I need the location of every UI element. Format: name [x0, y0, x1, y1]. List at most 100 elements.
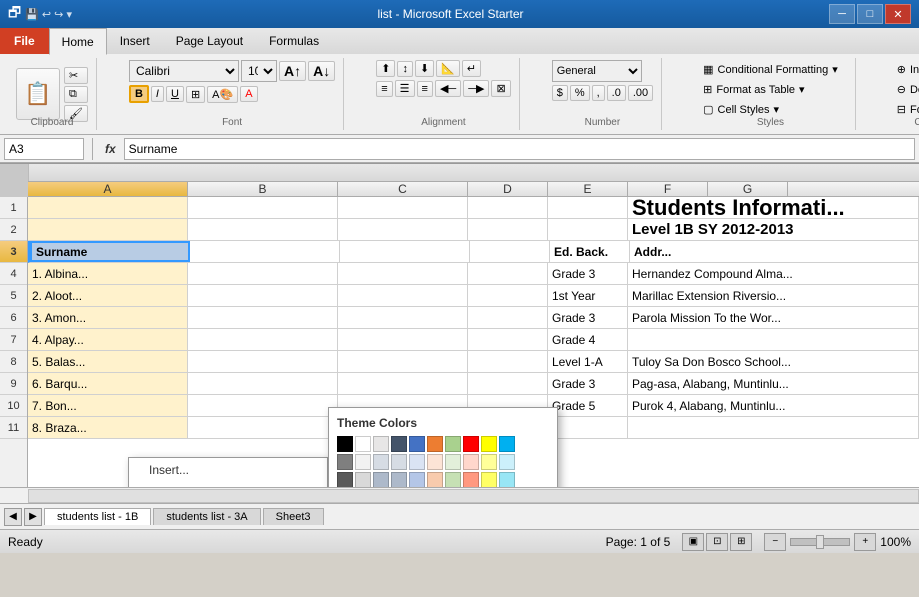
- comma-btn[interactable]: ,: [592, 85, 605, 101]
- swatch-yellow2[interactable]: [481, 472, 497, 487]
- wrap-text-btn[interactable]: ↵: [462, 60, 481, 77]
- swatch-dkgray1[interactable]: [337, 472, 353, 487]
- cell-d6[interactable]: [468, 307, 548, 328]
- cell-b7[interactable]: [188, 329, 338, 350]
- font-color-button[interactable]: A: [240, 86, 257, 102]
- swatch-green[interactable]: [445, 436, 461, 452]
- cell-c3[interactable]: [340, 241, 470, 262]
- swatch-blue4[interactable]: [409, 472, 425, 487]
- swatch-yellow[interactable]: [481, 436, 497, 452]
- cell-d3[interactable]: [470, 241, 550, 262]
- bold-button[interactable]: B: [129, 85, 149, 103]
- tab-file[interactable]: File: [0, 28, 49, 54]
- align-left-btn[interactable]: ≡: [376, 81, 392, 97]
- indent-dec-btn[interactable]: ◀─: [435, 80, 461, 97]
- tab-insert[interactable]: Insert: [107, 28, 163, 54]
- cell-e3[interactable]: Ed. Back.: [550, 241, 630, 262]
- cell-c4[interactable]: [338, 263, 468, 284]
- row-7[interactable]: 7: [0, 329, 27, 351]
- cell-d8[interactable]: [468, 351, 548, 372]
- hscroll-track[interactable]: [28, 489, 919, 503]
- format-as-table-btn[interactable]: ⊞ Format as Table ▾: [694, 80, 847, 99]
- underline-button[interactable]: U: [166, 86, 184, 102]
- cell-c6[interactable]: [338, 307, 468, 328]
- cell-e2[interactable]: [548, 219, 628, 240]
- decrease-font-btn[interactable]: A↓: [308, 61, 335, 81]
- name-box[interactable]: [4, 138, 84, 160]
- row-5[interactable]: 5: [0, 285, 27, 307]
- cell-f10[interactable]: Purok 4, Alabang, Muntinlu...: [628, 395, 919, 416]
- ctx-insert[interactable]: Insert...: [129, 458, 327, 482]
- cell-a5[interactable]: 2. Aloot...: [28, 285, 188, 306]
- border-button[interactable]: ⊞: [186, 86, 205, 103]
- cell-d2[interactable]: [468, 219, 548, 240]
- swatch-orange[interactable]: [427, 436, 443, 452]
- cell-e9[interactable]: Grade 3: [548, 373, 628, 394]
- cell-d9[interactable]: [468, 373, 548, 394]
- cell-f6[interactable]: Parola Mission To the Wor...: [628, 307, 919, 328]
- paste-button[interactable]: 📋: [16, 68, 60, 120]
- indent-inc-btn[interactable]: ─▶: [463, 80, 489, 97]
- swatch-ltgray2[interactable]: [355, 472, 371, 487]
- insert-cells-btn[interactable]: ⊕ Insert ▾: [888, 60, 919, 79]
- cell-a1[interactable]: [28, 197, 188, 218]
- col-header-e[interactable]: E: [548, 182, 628, 196]
- swatch-ltred1[interactable]: [463, 454, 479, 470]
- align-center-btn[interactable]: ☰: [395, 80, 415, 97]
- align-top-btn[interactable]: ⬆: [376, 60, 395, 77]
- cell-b4[interactable]: [188, 263, 338, 284]
- align-right-btn[interactable]: ≡: [417, 81, 433, 97]
- cell-e8[interactable]: Level 1-A: [548, 351, 628, 372]
- row-10[interactable]: 10: [0, 395, 27, 417]
- cell-a9[interactable]: 6. Barqu...: [28, 373, 188, 394]
- cell-d5[interactable]: [468, 285, 548, 306]
- row-6[interactable]: 6: [0, 307, 27, 329]
- cell-e10[interactable]: Grade 5: [548, 395, 628, 416]
- row-9[interactable]: 9: [0, 373, 27, 395]
- cell-f2[interactable]: Level 1B SY 2012-2013: [628, 219, 919, 240]
- dec-inc-btn[interactable]: .0: [607, 85, 626, 101]
- cell-a3[interactable]: Surname: [30, 241, 190, 262]
- cell-c1[interactable]: [338, 197, 468, 218]
- cell-f4[interactable]: Hernandez Compound Alma...: [628, 263, 919, 284]
- row-8[interactable]: 8: [0, 351, 27, 373]
- swatch-ltorange1[interactable]: [427, 454, 443, 470]
- ctx-delete[interactable]: Delete: [129, 482, 327, 487]
- cell-f11[interactable]: [628, 417, 919, 438]
- col-header-c[interactable]: C: [338, 182, 468, 196]
- swatch-lightgray[interactable]: [373, 436, 389, 452]
- cell-f9[interactable]: Pag-asa, Alabang, Muntinlu...: [628, 373, 919, 394]
- swatch-cyan[interactable]: [499, 436, 515, 452]
- cell-b9[interactable]: [188, 373, 338, 394]
- cell-f5[interactable]: Marillac Extension Riversio...: [628, 285, 919, 306]
- cell-a4[interactable]: 1. Albina...: [28, 263, 188, 284]
- cell-b6[interactable]: [188, 307, 338, 328]
- row-3[interactable]: 3: [0, 241, 27, 263]
- cell-b5[interactable]: [188, 285, 338, 306]
- tab-formulas[interactable]: Formulas: [256, 28, 332, 54]
- cell-b11[interactable]: [188, 417, 338, 438]
- formula-input[interactable]: [124, 138, 915, 160]
- dec-dec-btn[interactable]: .00: [628, 85, 653, 101]
- align-bottom-btn[interactable]: ⬇: [415, 60, 434, 77]
- font-name-select[interactable]: Calibri: [129, 60, 239, 82]
- swatch-orange2[interactable]: [427, 472, 443, 487]
- page-break-view-btn[interactable]: ⊞: [730, 533, 752, 551]
- swatch-ltblue2[interactable]: [391, 454, 407, 470]
- text-angle-btn[interactable]: 📐: [436, 60, 460, 77]
- swatch-green2[interactable]: [445, 472, 461, 487]
- cell-b2[interactable]: [188, 219, 338, 240]
- swatch-red[interactable]: [463, 436, 479, 452]
- cell-b8[interactable]: [188, 351, 338, 372]
- align-middle-btn[interactable]: ↕: [397, 61, 413, 77]
- font-size-select[interactable]: 10: [241, 60, 277, 82]
- cell-c8[interactable]: [338, 351, 468, 372]
- cell-b10[interactable]: [188, 395, 338, 416]
- maximize-btn[interactable]: □: [857, 4, 883, 24]
- col-header-b[interactable]: B: [188, 182, 338, 196]
- normal-view-btn[interactable]: ▣: [682, 533, 704, 551]
- sheet-tab-3a[interactable]: students list - 3A: [153, 508, 260, 525]
- swatch-ltblue3[interactable]: [409, 454, 425, 470]
- swatch-navy[interactable]: [391, 436, 407, 452]
- cell-e5[interactable]: 1st Year: [548, 285, 628, 306]
